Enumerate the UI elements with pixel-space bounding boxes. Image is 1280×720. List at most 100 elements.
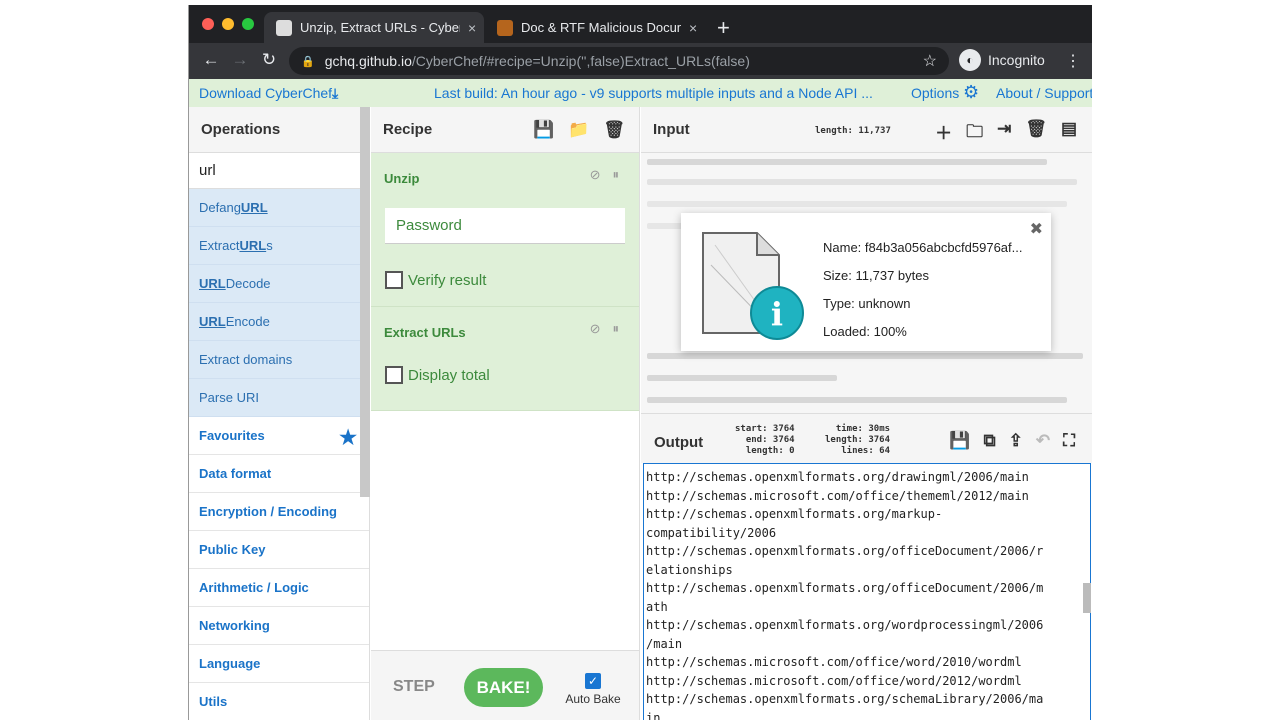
operations-title: Operations — [189, 107, 369, 153]
incognito-label: Incognito — [988, 52, 1045, 68]
operation-item[interactable]: Defang URL — [189, 189, 369, 227]
category-label: Encryption / Encoding — [199, 504, 337, 519]
op-highlight: URL — [199, 276, 226, 291]
display-total-checkbox-row[interactable]: Display total — [371, 366, 639, 384]
layout-icon[interactable]: ▤ — [1061, 119, 1077, 148]
download-icon[interactable]: ⤓ — [332, 85, 338, 102]
category-arithmetic-logic[interactable]: Arithmetic / Logic — [189, 569, 369, 607]
category-networking[interactable]: Networking — [189, 607, 369, 645]
maximize-window-button[interactable] — [242, 18, 254, 30]
save-icon[interactable]: 💾 — [949, 431, 970, 451]
tab-title: Unzip, Extract URLs - CyberChef — [300, 20, 460, 35]
build-notice[interactable]: Last build: An hour ago - v9 supports mu… — [434, 85, 873, 101]
breakpoint-icon[interactable]: ⏸ — [613, 321, 620, 337]
category-public-key[interactable]: Public Key — [189, 531, 369, 569]
output-line: http://schemas.openxmlformats.org/drawin… — [646, 470, 1029, 484]
display-total-checkbox[interactable] — [385, 366, 403, 384]
operations-scrollbar[interactable] — [360, 107, 370, 497]
category-language[interactable]: Language — [189, 645, 369, 683]
reload-icon[interactable]: ↻ — [259, 50, 279, 70]
download-link[interactable]: Download CyberChef — [199, 85, 332, 101]
forward-icon[interactable]: → — [230, 50, 250, 70]
verify-result-checkbox[interactable] — [385, 271, 403, 289]
close-tab-icon[interactable]: × — [689, 20, 697, 36]
fullscreen-icon[interactable]: ⛶ — [1063, 431, 1075, 451]
category-label: Public Key — [199, 542, 266, 557]
add-tab-icon[interactable]: ＋ — [935, 119, 952, 148]
output-line: http://schemas.openxmlformats.org/schema… — [646, 692, 1044, 706]
tab-cyberchef[interactable]: Unzip, Extract URLs - CyberChef × — [264, 12, 484, 43]
checkbox-label: Verify result — [408, 271, 487, 289]
replace-input-icon[interactable]: ⇪ — [1009, 431, 1023, 451]
recipe-op-extract-urls[interactable]: Extract URLs ⊘ ⏸ Display total — [371, 307, 639, 411]
cyberchef-banner: Download CyberChef ⤓ Last build: An hour… — [189, 79, 1092, 107]
password-field[interactable]: Password — [385, 208, 625, 244]
incognito-icon: ◐ — [959, 49, 981, 71]
category-label: Arithmetic / Logic — [199, 580, 309, 595]
checkmark-icon[interactable]: ✓ — [585, 673, 601, 689]
stat-time: time: 30ms — [835, 424, 891, 434]
category-utils[interactable]: Utils — [189, 683, 369, 720]
tab-title: Doc & RTF Malicious Document Cheat Sheet — [521, 20, 681, 35]
output-line: http://schemas.microsoft.com/office/them… — [646, 488, 1029, 503]
minimize-window-button[interactable] — [222, 18, 234, 30]
op-highlight: URL — [240, 200, 268, 215]
star-icon[interactable]: ★ — [339, 425, 357, 450]
bake-button[interactable]: BAKE! — [464, 668, 543, 707]
output-text-area[interactable]: http://schemas.openxmlformats.org/drawin… — [643, 463, 1091, 720]
bookmark-star-icon[interactable]: ☆ — [923, 51, 937, 71]
close-icon[interactable]: ✖ — [1030, 219, 1043, 239]
options-link[interactable]: Options — [911, 85, 959, 101]
url-field[interactable]: 🔒 gchq.github.io /CyberChef/#recipe=Unzi… — [289, 47, 949, 75]
category-data-format[interactable]: Data format — [189, 455, 369, 493]
recipe-op-unzip[interactable]: Unzip ⊘ ⏸ Password Verify result — [371, 153, 639, 307]
save-icon[interactable]: 💾 — [533, 120, 554, 140]
step-button[interactable]: STEP — [393, 678, 435, 696]
open-file-icon[interactable]: ⇥ — [997, 119, 1011, 148]
operation-item[interactable]: URL Encode — [189, 303, 369, 341]
disable-op-icon[interactable]: ⊘ — [590, 167, 601, 183]
operations-search-input[interactable]: url — [189, 153, 369, 189]
url-host: gchq.github.io — [324, 53, 412, 69]
stat-length: length: 0 — [745, 446, 795, 456]
close-tab-icon[interactable]: × — [468, 20, 476, 36]
screen-margin-right — [1092, 0, 1280, 720]
output-line: http://schemas.openxmlformats.org/office… — [646, 581, 1044, 595]
trash-icon[interactable]: 🗑 — [603, 120, 625, 140]
category-label: Networking — [199, 618, 270, 633]
output-line: http://schemas.openxmlformats.org/wordpr… — [646, 618, 1044, 632]
tab-bar: Unzip, Extract URLs - CyberChef × Doc & … — [189, 5, 1092, 43]
operation-item[interactable]: Parse URI — [189, 379, 369, 417]
op-text: Defang — [199, 200, 241, 215]
category-label: Language — [199, 656, 261, 671]
operation-item[interactable]: Extract domains — [189, 341, 369, 379]
op-text: Extract domains — [199, 352, 293, 367]
op-text: Encode — [225, 314, 270, 329]
category-favourites[interactable]: Favourites ★ — [189, 417, 369, 455]
disable-op-icon[interactable]: ⊘ — [590, 321, 601, 337]
trash-icon[interactable]: 🗑 — [1025, 119, 1047, 148]
incognito-indicator[interactable]: ◐ Incognito — [959, 49, 1045, 71]
category-encryption-encoding[interactable]: Encryption / Encoding — [189, 493, 369, 531]
output-line: compatibility/2006 — [646, 525, 777, 540]
file-size: Size: 11,737 bytes — [823, 268, 929, 283]
auto-bake-toggle[interactable]: ✓ Auto Bake — [563, 673, 623, 706]
copy-icon[interactable]: ⧉ — [983, 431, 995, 451]
about-link[interactable]: About / Support — [996, 85, 1092, 101]
verify-result-checkbox-row[interactable]: Verify result — [371, 271, 639, 289]
undo-icon[interactable]: ↶ — [1036, 431, 1050, 451]
browser-menu-icon[interactable]: ⋮ — [1065, 51, 1081, 71]
new-tab-button[interactable]: + — [717, 15, 730, 41]
output-scrollbar[interactable] — [1083, 583, 1091, 613]
operation-item[interactable]: Extract URL s — [189, 227, 369, 265]
open-folder-icon[interactable]: 🗀 — [966, 119, 983, 148]
operation-item[interactable]: URL Decode — [189, 265, 369, 303]
file-loaded: Loaded: 100% — [823, 324, 907, 339]
breakpoint-icon[interactable]: ⏸ — [613, 167, 620, 183]
tab-doc-rtf[interactable]: Doc & RTF Malicious Document Cheat Sheet… — [485, 12, 705, 43]
close-window-button[interactable] — [202, 18, 214, 30]
browser-window: Unzip, Extract URLs - CyberChef × Doc & … — [188, 5, 1092, 720]
folder-icon[interactable]: 📁 — [568, 120, 589, 140]
gear-icon[interactable]: ⚙ — [963, 82, 979, 103]
back-icon[interactable]: ← — [201, 50, 221, 70]
